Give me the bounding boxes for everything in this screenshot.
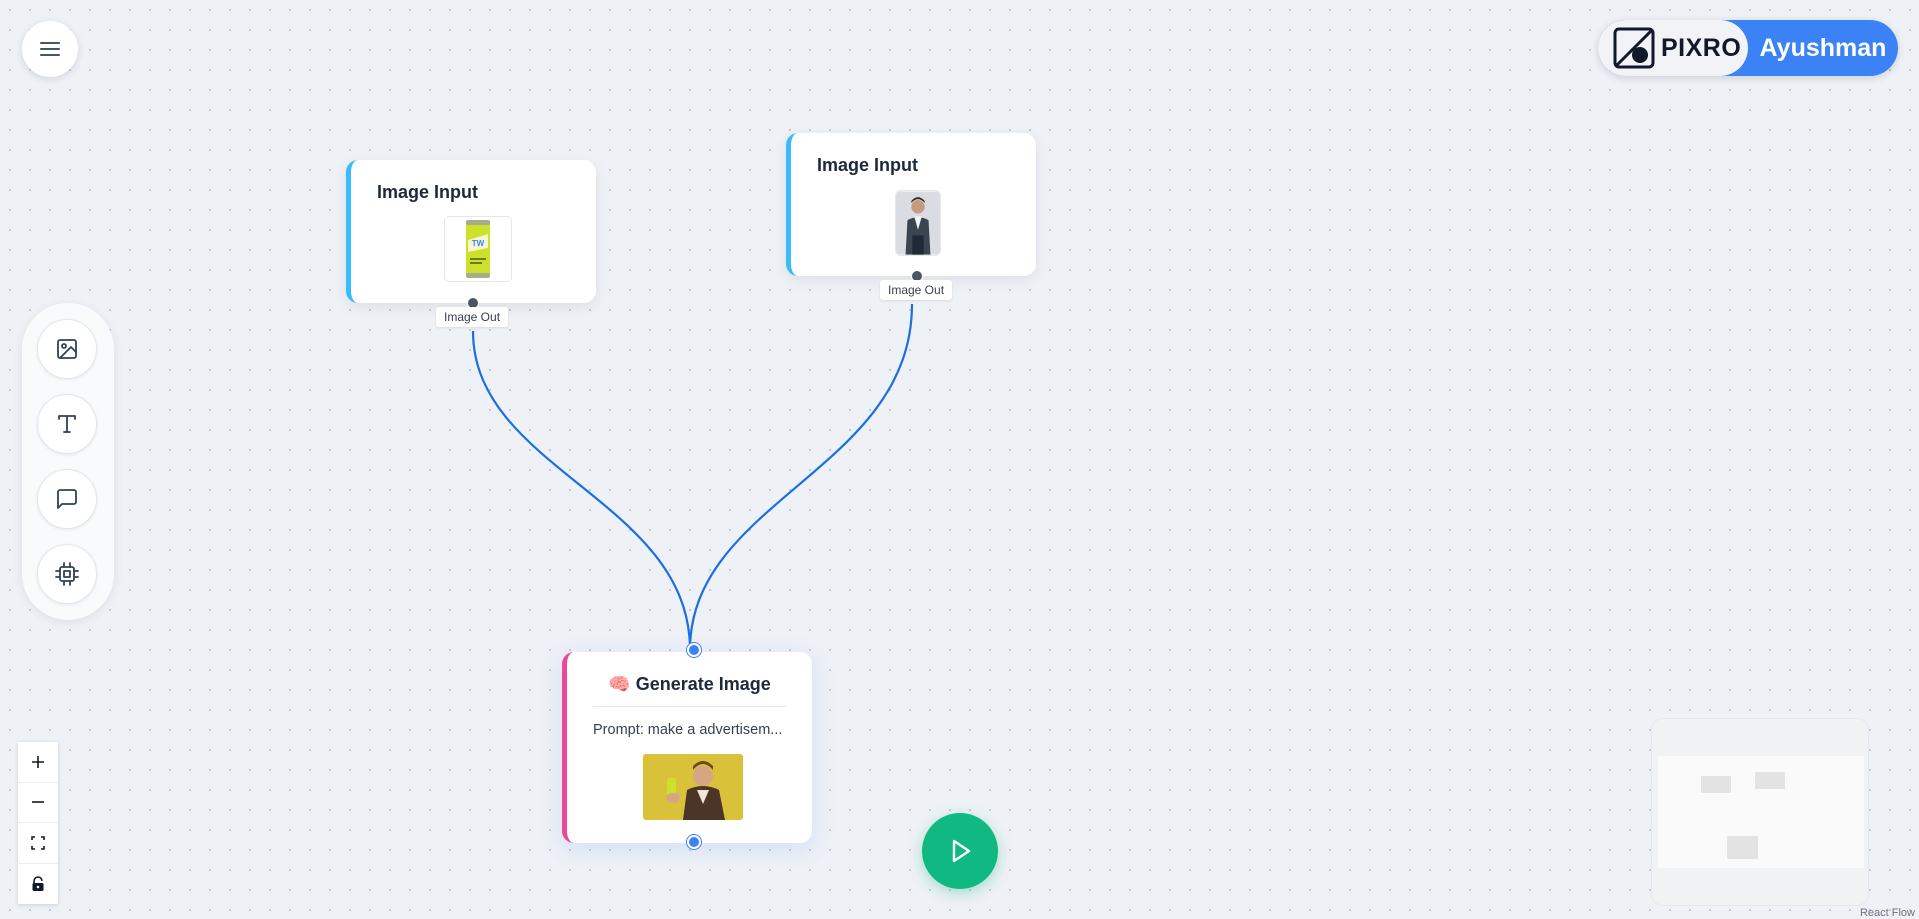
lock-icon xyxy=(32,875,44,891)
edge-image2-to-generate[interactable] xyxy=(688,303,914,651)
cpu-icon xyxy=(55,562,79,586)
fit-view-button[interactable] xyxy=(18,823,58,864)
minimap-node xyxy=(1727,836,1758,859)
input-handle[interactable] xyxy=(687,643,701,657)
zoom-out-button[interactable] xyxy=(18,783,58,823)
image-thumbnail-man-jacket xyxy=(895,190,941,256)
lock-button[interactable] xyxy=(18,864,58,905)
minimap-node xyxy=(1755,772,1785,789)
brand-logo: PIXRO xyxy=(1598,20,1748,76)
user-name[interactable]: Ayushman xyxy=(1748,20,1898,76)
node-title: 🧠 Generate Image xyxy=(567,674,812,695)
plus-icon xyxy=(32,755,44,768)
brand-name: PIXRO xyxy=(1661,33,1742,62)
message-square-icon xyxy=(57,489,77,509)
minus-icon xyxy=(32,801,44,804)
image-thumbnail-soda-can: TW xyxy=(444,216,512,282)
text-icon xyxy=(58,415,76,433)
zoom-in-button[interactable] xyxy=(18,742,58,783)
edge-image1-to-generate[interactable] xyxy=(471,330,692,651)
tool-palette xyxy=(22,303,114,620)
processor-tool-button[interactable] xyxy=(37,544,97,604)
image-tool-button[interactable] xyxy=(37,319,97,379)
output-handle[interactable] xyxy=(687,835,701,849)
divider xyxy=(593,706,786,707)
svg-text:TW: TW xyxy=(472,239,485,248)
fit-view-icon xyxy=(31,835,45,850)
node-title: Image Input xyxy=(377,182,479,202)
menu-button[interactable] xyxy=(22,21,78,77)
text-tool-button[interactable] xyxy=(37,394,97,454)
output-label: Image Out xyxy=(880,280,953,300)
prompt-text: Prompt: make a advertisem... xyxy=(593,722,783,738)
image-input-node-1[interactable]: Image Input TW Image Out xyxy=(346,160,596,327)
generate-image-node[interactable]: 🧠 Generate Image Prompt: make a advertis… xyxy=(562,643,812,849)
play-icon xyxy=(952,839,971,863)
minimap[interactable] xyxy=(1651,718,1869,906)
canvas-controls xyxy=(18,742,58,904)
hamburger-menu-icon xyxy=(40,42,60,56)
output-label: Image Out xyxy=(436,307,509,327)
minimap-node xyxy=(1701,776,1731,793)
image-input-node-2[interactable]: Image Input Image Out xyxy=(786,133,1036,300)
image-icon xyxy=(57,339,77,359)
brain-icon: 🧠 xyxy=(608,674,631,694)
node-title-text: Generate Image xyxy=(635,674,771,694)
brand-pill[interactable]: PIXRO Ayushman xyxy=(1598,20,1898,76)
node-title: Image Input xyxy=(817,155,919,175)
run-workflow-button[interactable] xyxy=(922,813,998,889)
pixro-logo-icon xyxy=(1613,27,1655,69)
generated-image-thumbnail xyxy=(643,754,743,820)
react-flow-attribution[interactable]: React Flow xyxy=(1860,907,1915,919)
comment-tool-button[interactable] xyxy=(37,469,97,529)
